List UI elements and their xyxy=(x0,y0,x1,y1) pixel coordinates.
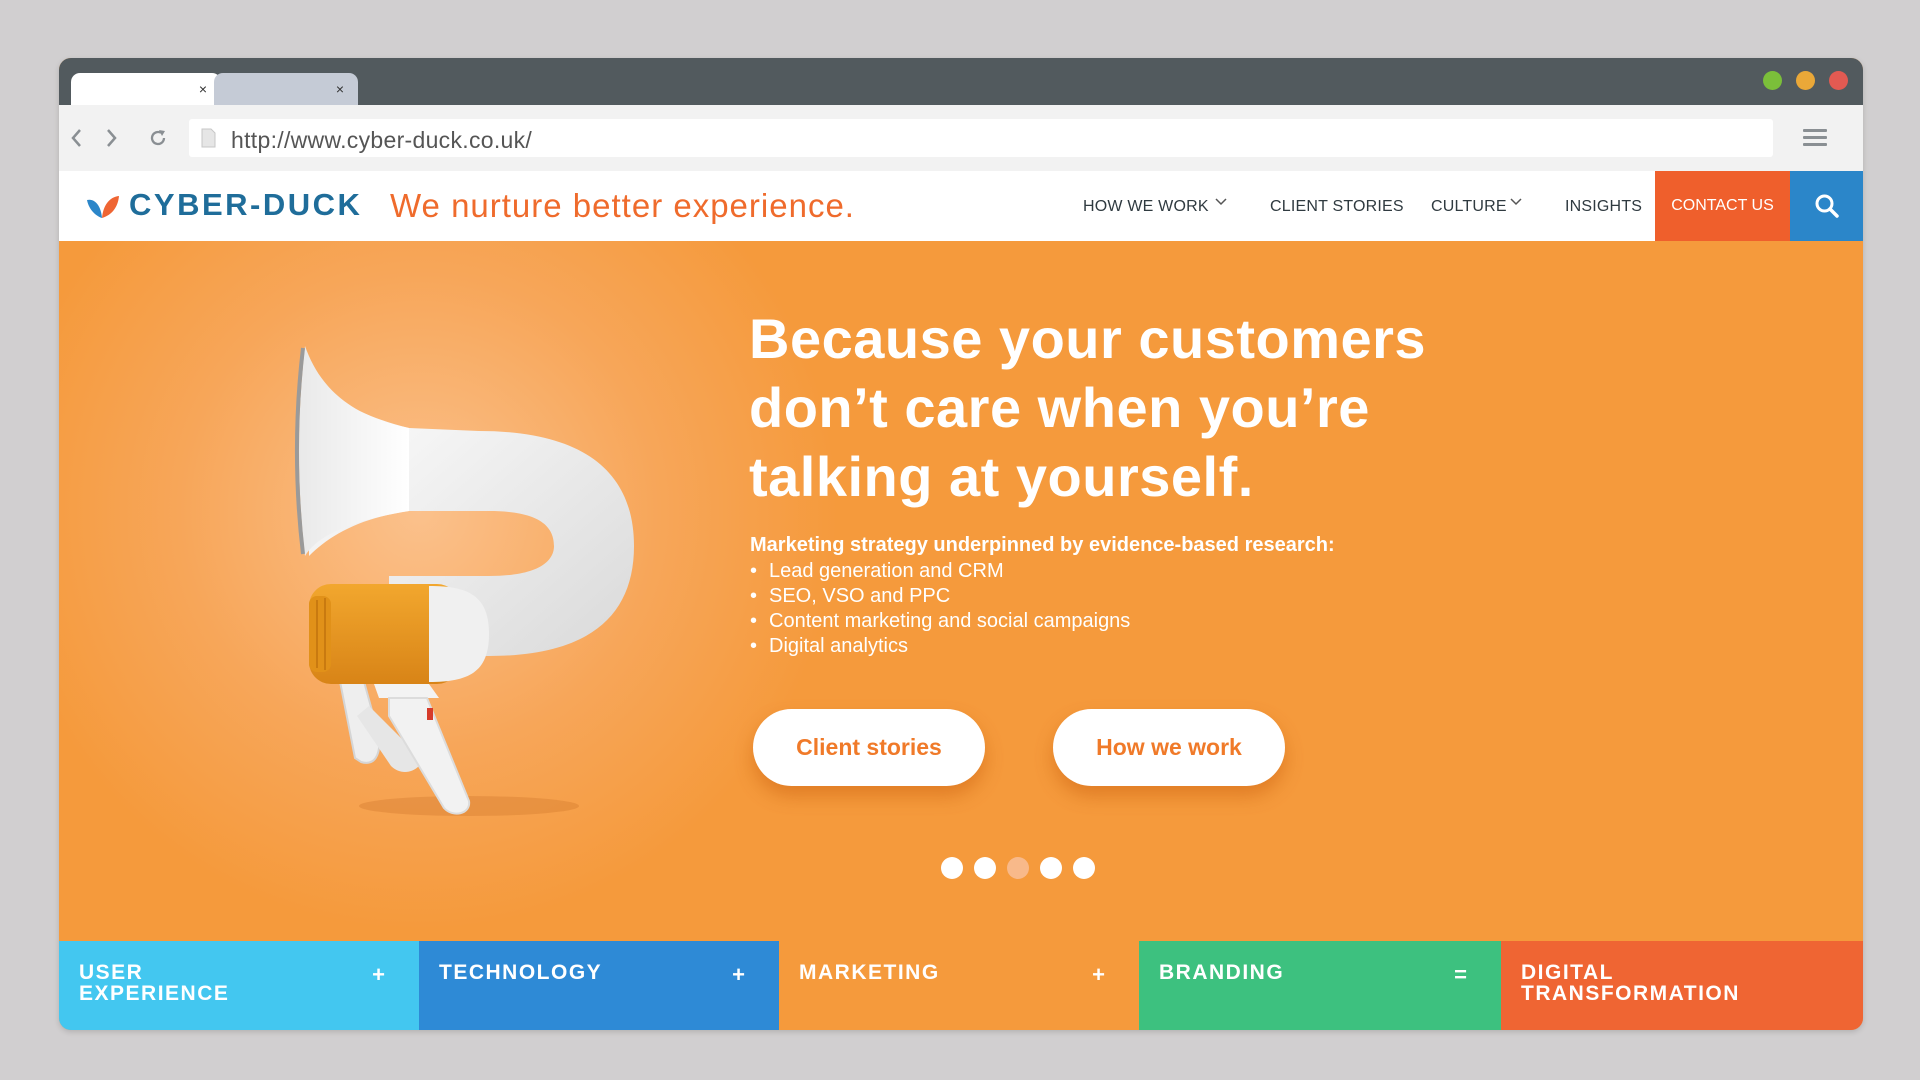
carousel-dot-active[interactable] xyxy=(1007,857,1029,879)
carousel-dot[interactable] xyxy=(974,857,996,879)
forward-arrow-icon[interactable] xyxy=(99,125,123,151)
carousel-dot[interactable] xyxy=(941,857,963,879)
browser-window: × × http://www.cyber-duck.co.uk/ CYBER-D… xyxy=(59,58,1863,1030)
nav-culture[interactable]: CULTURE xyxy=(1431,198,1507,216)
tile-label: BRANDING xyxy=(1159,961,1285,984)
tile-technology[interactable]: TECHNOLOGY + xyxy=(419,941,779,1030)
chevron-down-icon[interactable] xyxy=(1510,196,1522,208)
maximize-window-icon[interactable] xyxy=(1763,71,1782,90)
plus-icon: + xyxy=(1092,962,1105,987)
contact-us-button[interactable]: CONTACT US xyxy=(1655,171,1790,241)
megaphone-image xyxy=(295,346,634,816)
tile-branding[interactable]: BRANDING = xyxy=(1139,941,1501,1030)
tile-label: DIGITAL TRANSFORMATION xyxy=(1521,961,1740,1005)
hero-headline: Because your customers don’t care when y… xyxy=(749,304,1549,511)
carousel-dot[interactable] xyxy=(1040,857,1062,879)
plus-icon: + xyxy=(732,962,745,987)
hero-banner: Because your customers don’t care when y… xyxy=(59,241,1863,941)
equals-icon: = xyxy=(1454,962,1467,987)
reload-icon[interactable] xyxy=(146,125,170,151)
nav-client-stories[interactable]: CLIENT STORIES xyxy=(1270,198,1404,216)
tile-label: TECHNOLOGY xyxy=(439,961,603,984)
chevron-down-icon[interactable] xyxy=(1215,196,1227,208)
minimize-window-icon[interactable] xyxy=(1796,71,1815,90)
site-tagline: We nurture better experience. xyxy=(390,187,855,224)
headline-line: talking at yourself. xyxy=(749,445,1254,508)
tile-marketing[interactable]: MARKETING + xyxy=(779,941,1139,1030)
bullet-item: SEO, VSO and PPC xyxy=(750,584,1130,609)
bullet-item: Lead generation and CRM xyxy=(750,559,1130,584)
carousel-dot[interactable] xyxy=(1073,857,1095,879)
browser-tab-2[interactable]: × xyxy=(214,73,358,105)
tile-label: USER EXPERIENCE xyxy=(79,961,230,1005)
bullet-item: Digital analytics xyxy=(750,634,1130,659)
site-logo[interactable]: CYBER-DUCK xyxy=(129,187,362,223)
address-toolbar: http://www.cyber-duck.co.uk/ xyxy=(59,105,1863,171)
url-text: http://www.cyber-duck.co.uk/ xyxy=(231,127,533,153)
headline-line: Because your customers xyxy=(749,307,1427,370)
headline-line: don’t care when you’re xyxy=(749,376,1370,439)
tab-close-icon[interactable]: × xyxy=(336,82,344,96)
tile-user-experience[interactable]: USER EXPERIENCE + xyxy=(59,941,419,1030)
search-button[interactable] xyxy=(1790,171,1863,241)
client-stories-button[interactable]: Client stories xyxy=(753,709,985,786)
browser-tab-1[interactable]: × xyxy=(71,73,221,105)
close-window-icon[interactable] xyxy=(1829,71,1848,90)
bullet-item: Content marketing and social campaigns xyxy=(750,609,1130,634)
url-field[interactable]: http://www.cyber-duck.co.uk/ xyxy=(189,119,1773,157)
page-icon xyxy=(201,128,216,148)
site-header: CYBER-DUCK We nurture better experience.… xyxy=(59,171,1863,241)
hero-subhead: Marketing strategy underpinned by eviden… xyxy=(750,534,1335,556)
tab-bar: × × xyxy=(59,58,1863,105)
how-we-work-button[interactable]: How we work xyxy=(1053,709,1285,786)
back-arrow-icon[interactable] xyxy=(65,125,89,151)
tile-digital-transformation[interactable]: DIGITAL TRANSFORMATION xyxy=(1501,941,1863,1030)
tab-close-icon[interactable]: × xyxy=(199,82,207,96)
duck-logo-icon[interactable] xyxy=(85,192,121,220)
tile-label: MARKETING xyxy=(799,961,940,984)
plus-icon: + xyxy=(372,962,385,987)
hamburger-menu-icon[interactable] xyxy=(1803,129,1827,147)
service-tiles: USER EXPERIENCE + TECHNOLOGY + MARKETING… xyxy=(59,941,1863,1030)
search-icon xyxy=(1815,194,1839,218)
hero-bullet-list: Lead generation and CRM SEO, VSO and PPC… xyxy=(750,559,1130,659)
nav-insights[interactable]: INSIGHTS xyxy=(1565,198,1642,216)
nav-how-we-work[interactable]: HOW WE WORK xyxy=(1083,198,1209,216)
